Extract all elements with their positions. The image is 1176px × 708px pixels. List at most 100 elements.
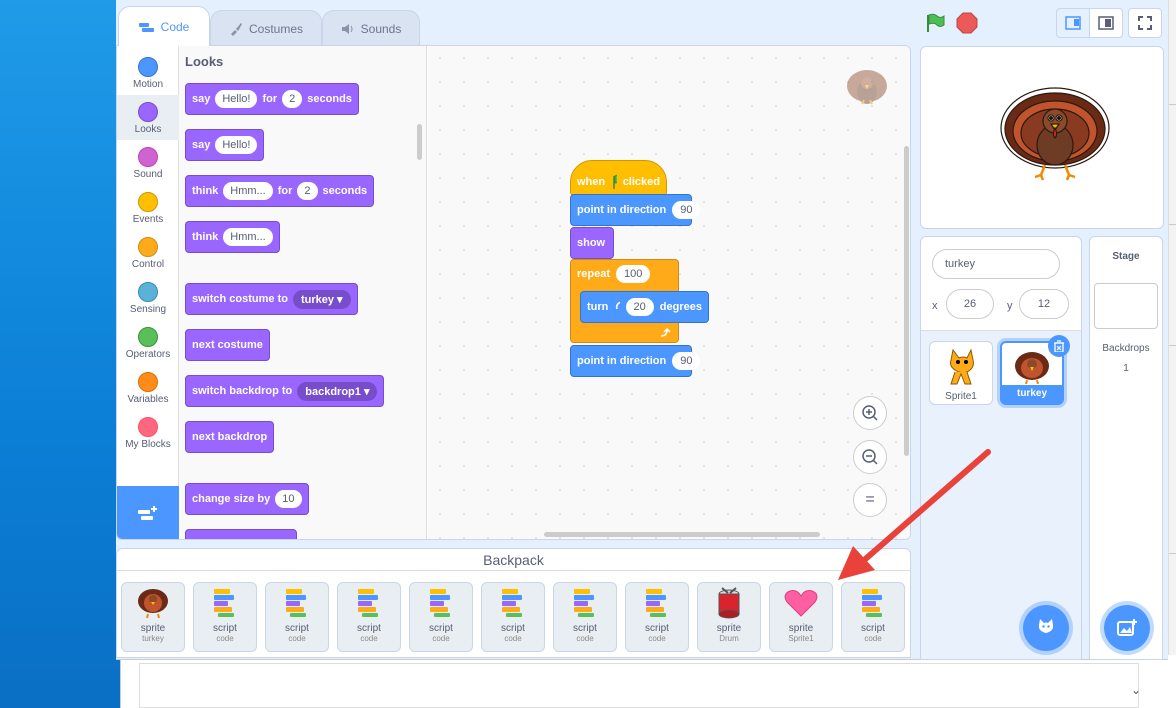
- block-point-in-direction[interactable]: point in direction 90: [570, 345, 701, 377]
- block-input[interactable]: Hmm...: [223, 228, 273, 246]
- backpack-thumbnail: [482, 583, 544, 623]
- backpack-item[interactable]: script code: [553, 582, 617, 652]
- backpack-item[interactable]: sprite turkey: [121, 582, 185, 652]
- script-thumbnail-icon: [502, 589, 522, 617]
- block-think-for[interactable]: think Hmm... for 2 seconds: [185, 175, 375, 207]
- backpack-item-name: code: [864, 634, 882, 643]
- category-label: Motion: [132, 79, 163, 90]
- block-text: for: [277, 185, 293, 197]
- large-stage-button[interactable]: [1089, 8, 1123, 38]
- category-operators[interactable]: Operators: [117, 320, 179, 365]
- backpack-item[interactable]: script code: [409, 582, 473, 652]
- block-show[interactable]: show: [570, 227, 614, 259]
- block-input[interactable]: Hello!: [215, 90, 258, 108]
- drum-icon: [718, 587, 740, 619]
- horizontal-scrollbar[interactable]: [544, 532, 820, 537]
- backpack-item-type: sprite: [788, 623, 814, 634]
- backpack-item-type: script: [213, 623, 237, 634]
- costume-dropdown[interactable]: turkey ▾: [292, 289, 351, 309]
- backpack-item[interactable]: script code: [265, 582, 329, 652]
- block-input[interactable]: 100: [616, 265, 651, 283]
- tab-sounds[interactable]: Sounds: [322, 10, 420, 46]
- y-field[interactable]: 12: [1019, 289, 1069, 319]
- delete-sprite-button[interactable]: [1048, 335, 1070, 357]
- block-text: say: [192, 93, 211, 105]
- block-when-flag-clicked[interactable]: when clicked: [570, 160, 667, 196]
- block-input[interactable]: Hello!: [215, 136, 258, 154]
- block-switch-backdrop[interactable]: switch backdrop to backdrop1 ▾: [185, 375, 385, 407]
- backpack-thumbnail: [266, 583, 328, 623]
- block-input[interactable]: 10: [275, 490, 302, 508]
- fullscreen-button[interactable]: [1128, 8, 1162, 38]
- zoom-out-button[interactable]: [853, 440, 887, 474]
- stage-thumbnail[interactable]: [1094, 283, 1158, 329]
- block-text: switch backdrop to: [192, 385, 293, 397]
- small-stage-button[interactable]: [1056, 8, 1090, 38]
- category-looks[interactable]: Looks: [117, 95, 179, 140]
- block-input[interactable]: 20: [625, 298, 654, 316]
- script-thumbnail-icon: [862, 589, 882, 617]
- block-say-for[interactable]: say Hello! for 2 seconds: [185, 83, 359, 115]
- palette-scrollbar[interactable]: [417, 124, 422, 160]
- backpack-item[interactable]: sprite Sprite1: [769, 582, 833, 652]
- block-say[interactable]: say Hello!: [185, 129, 265, 161]
- backpack-item[interactable]: sprite Drum: [697, 582, 761, 652]
- block-input[interactable]: Hmm...: [223, 182, 273, 200]
- block-switch-costume[interactable]: switch costume to turkey ▾: [185, 283, 358, 315]
- block-input[interactable]: 2: [282, 90, 303, 108]
- sprite-tile-sprite1[interactable]: Sprite1: [929, 341, 993, 405]
- vertical-scrollbar[interactable]: [904, 146, 909, 456]
- block-point-in-direction[interactable]: point in direction 90: [570, 194, 701, 226]
- tab-costumes[interactable]: Costumes: [210, 10, 322, 46]
- block-turn-right[interactable]: turn 20 degrees: [580, 291, 709, 323]
- backpack-item-type: script: [573, 623, 597, 634]
- block-partial[interactable]: [185, 529, 297, 539]
- block-input[interactable]: 90: [672, 352, 701, 370]
- backpack-item[interactable]: script code: [841, 582, 905, 652]
- category-control[interactable]: Control: [117, 230, 179, 275]
- block-next-costume[interactable]: next costume: [185, 329, 270, 361]
- sprite-tile-turkey[interactable]: turkey: [1000, 335, 1070, 405]
- stage[interactable]: [920, 46, 1164, 229]
- backpack-item[interactable]: script code: [337, 582, 401, 652]
- category-motion[interactable]: Motion: [117, 50, 179, 95]
- category-variables[interactable]: Variables: [117, 365, 179, 410]
- turkey-sprite[interactable]: [997, 83, 1113, 183]
- backpack-item-type: script: [501, 623, 525, 634]
- block-change-size[interactable]: change size by 10: [185, 483, 309, 515]
- add-sprite-button[interactable]: [1023, 605, 1069, 651]
- stop-icon[interactable]: [956, 12, 978, 34]
- green-flag-icon[interactable]: [924, 12, 946, 34]
- zoom-reset-button[interactable]: =: [853, 483, 887, 517]
- sprite-watermark-icon: [847, 70, 887, 105]
- block-next-backdrop[interactable]: next backdrop: [185, 421, 275, 453]
- backpack-item[interactable]: script code: [481, 582, 545, 652]
- block-input[interactable]: 90: [672, 201, 701, 219]
- add-backdrop-button[interactable]: [1104, 605, 1150, 651]
- backpack-item[interactable]: script code: [625, 582, 689, 652]
- x-field[interactable]: 26: [946, 289, 994, 319]
- block-input[interactable]: 2: [297, 182, 318, 200]
- code-editor: Motion Looks Sound Events Control Sensin…: [116, 45, 911, 540]
- category-events[interactable]: Events: [117, 185, 179, 230]
- add-extension-button[interactable]: [117, 486, 179, 539]
- category-sensing[interactable]: Sensing: [117, 275, 179, 320]
- sprite-name-field[interactable]: turkey: [932, 249, 1060, 279]
- backdrop-dropdown[interactable]: backdrop1 ▾: [297, 381, 378, 401]
- control-dot: [138, 237, 158, 257]
- backpack-thumbnail: [698, 583, 760, 623]
- sprite-pane: turkey x 26 y 12 Sprite1 turkey: [920, 236, 1082, 660]
- category-my-blocks[interactable]: My Blocks: [117, 410, 179, 455]
- chevron-down-icon[interactable]: ⌄: [1131, 683, 1141, 697]
- tab-sounds-label: Sounds: [360, 21, 402, 36]
- script-area[interactable]: when clicked point in direction 90 show r…: [428, 46, 910, 539]
- backpack-header[interactable]: Backpack: [117, 549, 910, 571]
- backpack-item[interactable]: script code: [193, 582, 257, 652]
- block-text: change size by: [192, 493, 271, 505]
- tab-code[interactable]: Code: [118, 6, 210, 46]
- block-text: clicked: [622, 176, 660, 188]
- zoom-in-button[interactable]: [853, 396, 887, 430]
- block-think[interactable]: think Hmm...: [185, 221, 280, 253]
- category-sound[interactable]: Sound: [117, 140, 179, 185]
- fullscreen-icon: [1138, 16, 1152, 30]
